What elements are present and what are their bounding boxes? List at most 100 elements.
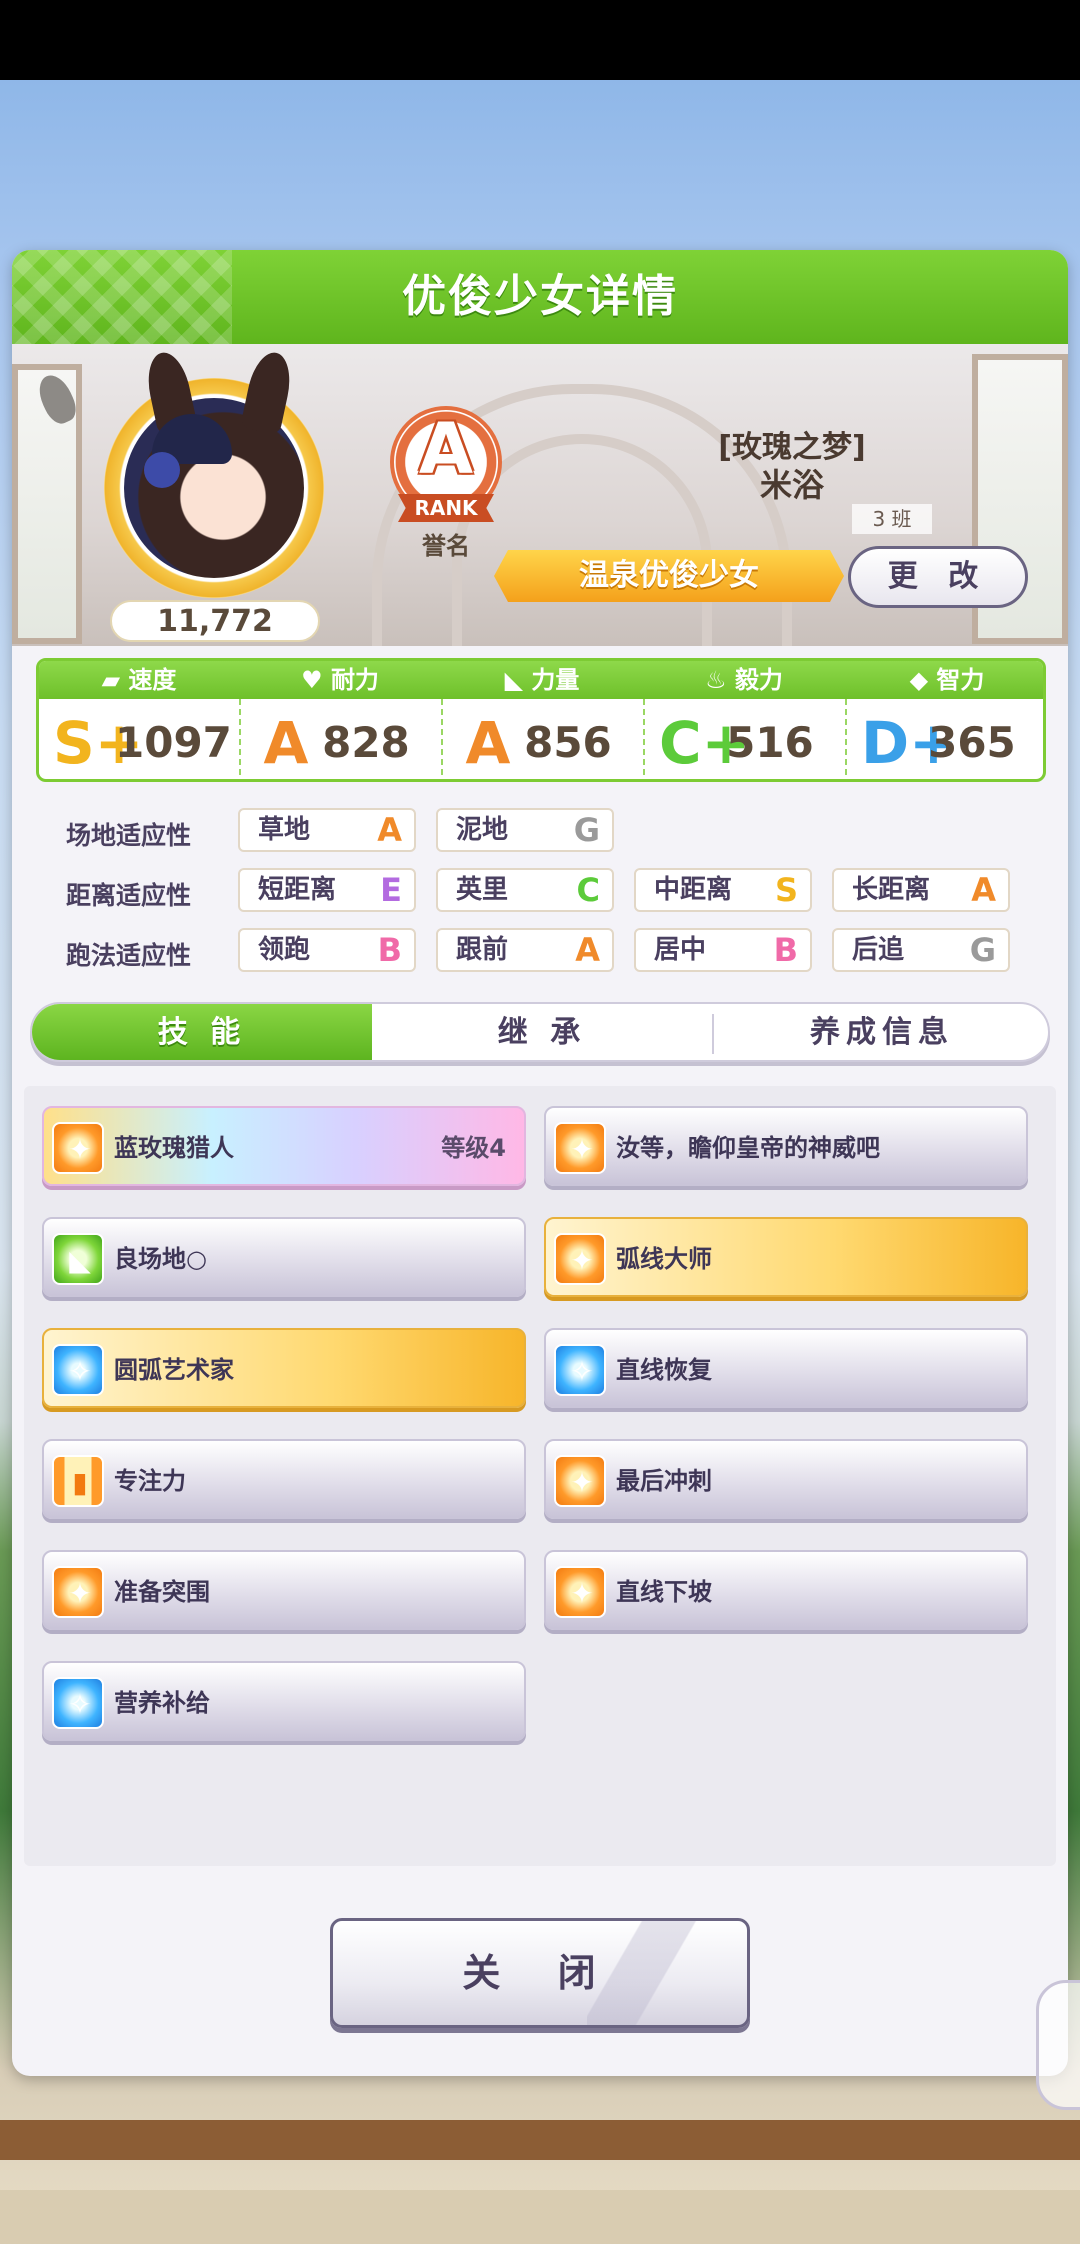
- skill-item[interactable]: ◣ 良场地○: [42, 1217, 526, 1297]
- side-menu-handle[interactable]: [1036, 1980, 1080, 2110]
- skill-item[interactable]: ✦ 直线下坡: [544, 1550, 1028, 1630]
- speed-skill-icon: ✦: [554, 1122, 606, 1174]
- stat-header-stamina: ♥ 耐力: [239, 661, 441, 699]
- tab-training-info[interactable]: 养成信息: [714, 1004, 1048, 1060]
- stat-guts: C+ 516: [659, 701, 845, 779]
- recovery-skill-icon: ✧: [554, 1344, 606, 1396]
- graduation-cap-icon: ◆: [909, 666, 937, 694]
- muscle-icon: ◣: [504, 666, 532, 694]
- profile-banner: 11,772 A RANK 誉名 [玫瑰之梦] 米浴 3 班 温泉优俊少女 更 …: [12, 344, 1068, 646]
- stat-stamina: A 828: [255, 701, 441, 779]
- stat-divider: [441, 699, 443, 779]
- skill-item[interactable]: ✦ 准备突围: [42, 1550, 526, 1630]
- speed-skill-icon: ✦: [554, 1233, 606, 1285]
- skill-name: 良场地○: [114, 1245, 207, 1273]
- skill-item[interactable]: ▮ 专注力: [42, 1439, 526, 1519]
- aptitude-end-closer: 后追 G: [832, 928, 1010, 972]
- tab-inheritance[interactable]: 继 承: [372, 1004, 712, 1060]
- stat-divider: [239, 699, 241, 779]
- skill-item[interactable]: ✧ 营养补给: [42, 1661, 526, 1741]
- skills-panel: ✦ 蓝玫瑰猎人 等级4 ✦ 汝等，瞻仰皇帝的神威吧 ◣ 良场地○ ✦ 弧线大师 …: [24, 1086, 1056, 1866]
- heart-icon: ♥: [301, 666, 331, 694]
- stat-speed: S+1097: [53, 701, 239, 779]
- skill-name: 弧线大师: [616, 1245, 712, 1273]
- skill-name: 专注力: [114, 1467, 186, 1495]
- uma-name: 米浴: [759, 466, 824, 504]
- skill-item[interactable]: ✦ 汝等，瞻仰皇帝的神威吧: [544, 1106, 1028, 1186]
- skill-item[interactable]: ✧ 圆弧艺术家: [42, 1328, 526, 1408]
- rank-ribbon: RANK: [398, 494, 494, 522]
- skill-item[interactable]: ✦ 弧线大师: [544, 1217, 1028, 1297]
- speed-skill-icon: ✦: [554, 1455, 606, 1507]
- distance-aptitude-label: 距离适应性: [66, 881, 192, 910]
- skill-item[interactable]: ✦ 最后冲刺: [544, 1439, 1028, 1519]
- aptitude-late-surger: 居中 B: [634, 928, 812, 972]
- change-title-button[interactable]: 更 改: [848, 546, 1028, 608]
- aptitude-front-runner: 领跑 B: [238, 928, 416, 972]
- stat-wit: D+ 365: [861, 701, 1043, 779]
- gate-skill-icon: ▮: [52, 1455, 104, 1507]
- flame-icon: ♨: [705, 666, 735, 694]
- speed-skill-icon: ✦: [554, 1566, 606, 1618]
- rank-letter: A: [418, 408, 474, 490]
- aptitude-turf: 草地 A: [238, 808, 416, 852]
- aptitude-dirt: 泥地 G: [436, 808, 614, 852]
- close-button-label: 关 闭: [462, 1951, 618, 1995]
- stat-divider: [643, 699, 645, 779]
- aptitude-long: 长距离 A: [832, 868, 1010, 912]
- dialog-header: 优俊少女详情: [12, 250, 1068, 344]
- stat-header-wit: ◆ 智力: [845, 661, 1043, 699]
- aptitude-sprint: 短距离 E: [238, 868, 416, 912]
- track-aptitude-label: 场地适应性: [66, 821, 192, 850]
- recovery-skill-icon: ✧: [52, 1344, 104, 1396]
- detail-tabs: 技 能 继 承 养成信息: [30, 1002, 1050, 1062]
- skill-name: 蓝玫瑰猎人: [114, 1134, 234, 1162]
- stat-value: 516: [726, 717, 814, 767]
- stat-value: 365: [928, 717, 1016, 767]
- skill-level: 等级4: [441, 1134, 506, 1162]
- stat-value: 1097: [115, 717, 232, 767]
- recovery-skill-icon: ✧: [52, 1677, 104, 1729]
- skill-name: 直线恢复: [616, 1356, 712, 1384]
- tab-skills[interactable]: 技 能: [32, 1004, 372, 1060]
- aptitude-pace-chaser: 跟前 A: [436, 928, 614, 972]
- stat-header-power: ◣ 力量: [441, 661, 643, 699]
- stat-divider: [845, 699, 847, 779]
- status-bar: [0, 0, 1080, 80]
- stat-grade: S+: [53, 708, 144, 777]
- class-tag: 3 班: [852, 504, 932, 534]
- skill-item[interactable]: ✦ 蓝玫瑰猎人 等级4: [42, 1106, 526, 1186]
- skill-name: 汝等，瞻仰皇帝的神威吧: [616, 1134, 880, 1162]
- stat-grade: D+: [861, 708, 958, 777]
- fence-decoration: [0, 2120, 1080, 2160]
- power-skill-icon: ◣: [52, 1233, 104, 1285]
- stat-grade: A: [465, 708, 511, 777]
- skill-name: 营养补给: [114, 1689, 210, 1717]
- skill-name: 圆弧艺术家: [114, 1356, 234, 1384]
- stat-grade: A: [263, 708, 309, 777]
- shoe-icon: ▰: [101, 666, 129, 694]
- close-button[interactable]: 关 闭: [330, 1918, 750, 2028]
- uma-detail-dialog: 优俊少女详情 11,772 A RANK 誉名 [玫瑰之梦] 米浴 3 班 温泉…: [12, 250, 1068, 2076]
- stat-grade: C+: [659, 708, 751, 777]
- track-decoration: [0, 2190, 1080, 2244]
- dialog-title: 优俊少女详情: [402, 271, 678, 322]
- skill-name: 准备突围: [114, 1578, 210, 1606]
- rose-icon: [144, 452, 180, 488]
- skill-item[interactable]: ✧ 直线恢复: [544, 1328, 1028, 1408]
- stat-header-speed: ▰ 速度: [39, 661, 239, 699]
- stat-value: 828: [322, 717, 410, 767]
- speed-skill-icon: ✦: [52, 1566, 104, 1618]
- speed-skill-icon: ✦: [52, 1122, 104, 1174]
- aptitude-mile: 英里 C: [436, 868, 614, 912]
- style-aptitude-label: 跑法适应性: [66, 941, 192, 970]
- rank-label: 誉名: [422, 532, 470, 560]
- stat-value: 856: [524, 717, 612, 767]
- skill-name: 最后冲刺: [616, 1467, 712, 1495]
- title-banner: 温泉优俊少女: [494, 550, 844, 602]
- skill-name: 直线下坡: [616, 1578, 712, 1606]
- stat-header-guts: ♨ 毅力: [643, 661, 845, 699]
- fan-count: 11,772: [110, 600, 320, 642]
- stats-table: ▰ 速度 ♥ 耐力 ◣ 力量 ♨ 毅力 ◆ 智力 S+1097 A 828 A …: [36, 658, 1046, 782]
- stat-power: A 856: [457, 701, 643, 779]
